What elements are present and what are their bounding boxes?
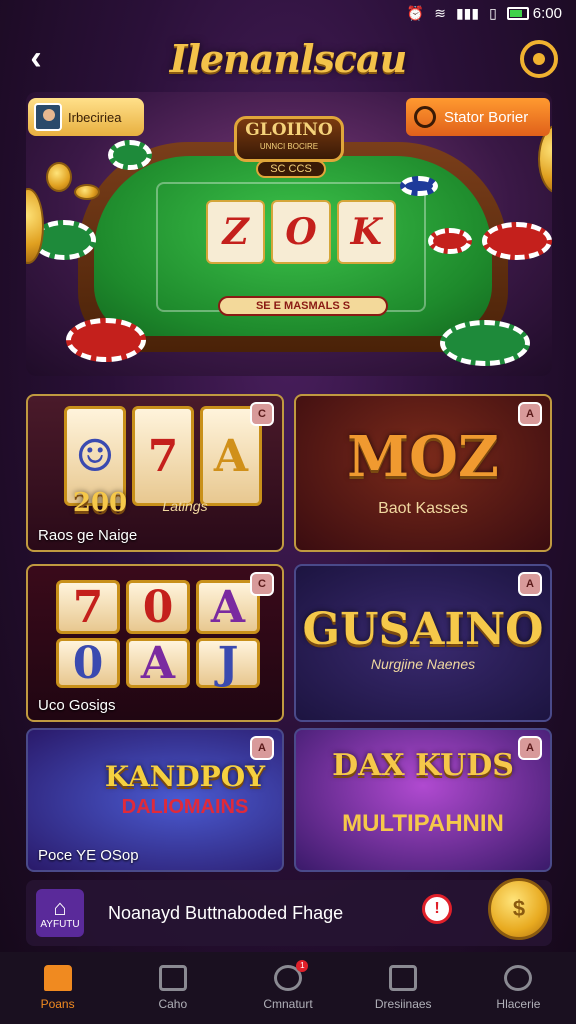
game-caption: Uco Gosigs <box>38 697 116 714</box>
chip-icon <box>400 176 438 196</box>
promo-logo: ⌂ AYFUTU <box>36 889 84 937</box>
chip-icon <box>108 140 152 170</box>
game-card[interactable]: GUSAINO Nurgjine Naenes A <box>294 564 552 722</box>
app-title: Ilenanlscau <box>169 35 407 81</box>
status-time: 6:00 <box>532 4 562 22</box>
table-logo: GLOIINO UNNCI BOCIRE <box>234 116 344 162</box>
slot-reel: 0 <box>126 580 190 634</box>
tab-label: Caho <box>158 997 188 1011</box>
profile-icon <box>504 965 533 991</box>
promo-button[interactable]: Stator Borier <box>406 98 550 136</box>
monitor-icon <box>389 965 418 991</box>
slot-reel: 7 <box>56 580 120 634</box>
table-bet-label: SE E MASMALS S <box>218 296 388 316</box>
game-caption: Raos ge Naige <box>38 527 138 544</box>
tab-chat[interactable]: 1 Cmnaturt <box>230 952 345 1024</box>
game-card[interactable]: KANDPOY DALIOMAINS A Poce YE OSop <box>26 728 284 872</box>
tab-label: Cmnaturt <box>263 997 313 1011</box>
battery-indicator: 6:00 <box>506 4 562 22</box>
tab-label: Hlacerie <box>496 997 541 1011</box>
game-subtitle: Nurgjine Naenes <box>370 656 476 672</box>
coin-icon <box>74 184 100 200</box>
promo-icon <box>414 106 436 128</box>
tab-label: Poans <box>40 997 75 1011</box>
tab-list[interactable]: Caho <box>115 952 230 1024</box>
tab-monitor[interactable]: Dresiinaes <box>346 952 461 1024</box>
slot-reel: J <box>196 638 260 689</box>
game-badge: A <box>518 736 542 760</box>
table-logo-sub: UNNCI BOCIRE <box>259 142 319 151</box>
status-bar: ⏰ ≋ ▮▮▮ ▯ 6:00 <box>0 0 576 26</box>
tab-home[interactable]: Poans <box>0 952 115 1024</box>
game-card[interactable]: DAX KUDS MULTIPAHNIN A <box>294 728 552 872</box>
tab-label: Dresiinaes <box>374 997 432 1011</box>
promo-strip[interactable]: ⌂ AYFUTU Noanayd Buttnaboded Fhage ! <box>26 880 552 946</box>
slot-reel: A <box>126 638 190 689</box>
alarm-icon: ⏰ <box>406 4 425 21</box>
coin-icon <box>46 162 72 192</box>
notification-badge: 1 <box>296 960 309 972</box>
game-subtitle: Latings <box>162 498 208 514</box>
game-badge: A <box>518 572 542 596</box>
game-title: MOZ <box>347 424 499 490</box>
game-subtitle: MULTIPAHNIN <box>342 810 504 837</box>
player-name: Irbeciriea <box>68 109 122 125</box>
slot-reel: 0 <box>56 638 120 689</box>
game-title: DAX KUDS <box>332 748 514 783</box>
game-subtitle: DALIOMAINS <box>121 796 249 818</box>
info-icon[interactable]: ! <box>422 894 452 924</box>
back-button[interactable]: ‹ <box>18 38 54 78</box>
game-card[interactable]: 7 0 0 A A J C Uco Gosigs <box>26 564 284 722</box>
player-badge[interactable]: Irbeciriea <box>28 98 144 136</box>
game-card[interactable]: MOZ Baot Kasses A <box>294 394 552 552</box>
list-icon <box>158 965 187 991</box>
table-logo-main: GLOIINO <box>245 120 333 140</box>
game-caption: Poce YE OSop <box>38 847 139 864</box>
chip-icon <box>440 320 530 366</box>
table-card: Z <box>206 200 266 264</box>
promo-text: Noanayd Buttnaboded Fhage <box>108 902 344 923</box>
table-card: O <box>271 200 331 264</box>
house-icon: ⌂ <box>53 894 67 920</box>
chip-icon <box>428 228 472 254</box>
battery-icon <box>506 6 529 20</box>
bottom-tab-bar: Poans Caho 1 Cmnaturt Dresiinaes Hlaceri… <box>0 952 576 1024</box>
game-title: KANDPOY <box>104 760 266 793</box>
home-icon <box>43 965 72 991</box>
slot-reels: 7 0 0 A A J <box>56 580 260 689</box>
table-cards: Z O K <box>206 200 396 264</box>
app-header: ‹ Ilenanlscau <box>0 26 576 90</box>
game-badge: C <box>250 402 274 426</box>
wifi-icon: ≋ <box>434 4 446 21</box>
chip-icon <box>482 222 552 260</box>
promo-label: Stator Borier <box>444 108 529 126</box>
game-card[interactable]: ☺ 7 A 200 Latings C Raos ge Naige <box>26 394 284 552</box>
promo-logo-text: AYFUTU <box>40 918 80 930</box>
avatar <box>34 103 62 131</box>
signal-icon: ▮▮▮ <box>455 4 480 21</box>
table-card: K <box>336 200 396 264</box>
game-badge: C <box>250 572 274 596</box>
chip-icon <box>66 318 146 362</box>
tab-profile[interactable]: Hlacerie <box>461 952 576 1024</box>
sim-icon: ▯ <box>489 4 497 21</box>
table-score: SC CCS <box>256 160 326 178</box>
game-title: GUSAINO <box>302 604 544 655</box>
game-badge: A <box>518 402 542 426</box>
support-button[interactable] <box>520 40 558 78</box>
game-badge: A <box>250 736 274 760</box>
bonus-coin-button[interactable]: $ <box>488 878 550 940</box>
game-subtitle: Baot Kasses <box>378 500 468 517</box>
